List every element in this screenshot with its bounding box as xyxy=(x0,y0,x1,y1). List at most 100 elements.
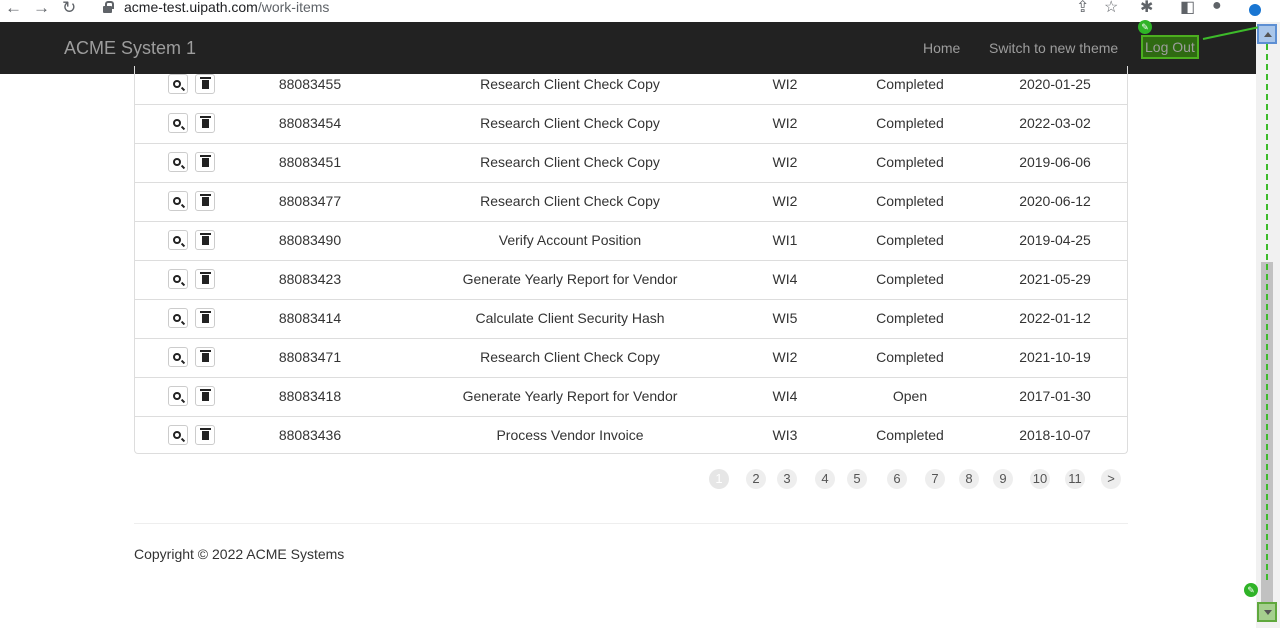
star-icon[interactable]: ☆ xyxy=(1104,0,1118,17)
view-button[interactable] xyxy=(168,191,188,211)
search-icon xyxy=(172,197,181,205)
table-row: 88083454 Research Client Check Copy WI2 … xyxy=(135,104,1127,143)
cell-date: 2019-04-25 xyxy=(1019,232,1091,248)
cell-type: WI2 xyxy=(772,115,798,131)
page-3[interactable]: 3 xyxy=(777,469,797,489)
nav-theme-link[interactable]: Switch to new theme xyxy=(989,40,1118,56)
page-2[interactable]: 2 xyxy=(746,469,766,489)
view-button[interactable] xyxy=(168,347,188,367)
pin-icon: ✎ xyxy=(1138,20,1152,34)
selection-connector-line xyxy=(1266,44,1268,580)
cell-status: Completed xyxy=(876,76,944,92)
profile-icon[interactable]: ● xyxy=(1212,0,1222,15)
table-row: 88083455 Research Client Check Copy WI2 … xyxy=(135,66,1127,105)
search-icon xyxy=(172,236,181,244)
cell-description: Research Client Check Copy xyxy=(480,76,660,92)
cell-description: Process Vendor Invoice xyxy=(496,427,644,443)
cell-date: 2020-01-25 xyxy=(1019,76,1091,92)
cell-description: Generate Yearly Report for Vendor xyxy=(462,388,678,404)
view-button[interactable] xyxy=(168,152,188,172)
cell-id: 88083490 xyxy=(278,232,342,248)
nav-home-link[interactable]: Home xyxy=(923,40,960,56)
extensions-icon[interactable]: ✱ xyxy=(1140,0,1153,17)
delete-button[interactable] xyxy=(195,386,215,406)
delete-button[interactable] xyxy=(195,425,215,445)
brand-title[interactable]: ACME System 1 xyxy=(64,38,196,59)
cell-date: 2019-06-06 xyxy=(1019,154,1091,170)
delete-button[interactable] xyxy=(195,308,215,328)
cell-id: 88083454 xyxy=(278,115,342,131)
page-6[interactable]: 6 xyxy=(887,469,907,489)
reload-icon[interactable]: ↻ xyxy=(62,0,76,16)
delete-button[interactable] xyxy=(195,74,215,94)
trash-icon xyxy=(199,233,211,245)
page-11[interactable]: 11 xyxy=(1065,469,1085,489)
cell-status: Completed xyxy=(876,193,944,209)
address-bar[interactable]: acme-test.uipath.com/work-items xyxy=(124,0,329,15)
page-next[interactable]: > xyxy=(1101,469,1121,489)
cell-type: WI1 xyxy=(772,232,798,248)
footer-divider xyxy=(134,523,1128,524)
cell-date: 2017-01-30 xyxy=(1019,388,1091,404)
trash-icon xyxy=(199,428,211,440)
delete-button[interactable] xyxy=(195,191,215,211)
share-icon[interactable]: ⇪ xyxy=(1076,0,1089,17)
cell-type: WI4 xyxy=(772,388,798,404)
logout-link[interactable]: Log Out xyxy=(1141,35,1199,59)
browser-toolbar: ← → ↻ acme-test.uipath.com/work-items ⇪ … xyxy=(0,0,1280,22)
cell-id: 88083455 xyxy=(278,76,342,92)
cell-status: Completed xyxy=(876,427,944,443)
view-button[interactable] xyxy=(168,113,188,133)
pin-icon: ✎ xyxy=(1244,583,1258,597)
delete-button[interactable] xyxy=(195,347,215,367)
page-8[interactable]: 8 xyxy=(959,469,979,489)
search-icon xyxy=(172,314,181,322)
search-icon xyxy=(172,158,181,166)
cell-status: Completed xyxy=(876,349,944,365)
delete-button[interactable] xyxy=(195,113,215,133)
search-icon xyxy=(172,80,181,88)
search-icon xyxy=(172,431,181,439)
page-5[interactable]: 5 xyxy=(847,469,867,489)
delete-button[interactable] xyxy=(195,230,215,250)
scroll-up-button[interactable] xyxy=(1257,24,1277,44)
cell-type: WI2 xyxy=(772,349,798,365)
cell-status: Completed xyxy=(876,154,944,170)
page-10[interactable]: 10 xyxy=(1030,469,1050,489)
lock-icon xyxy=(103,1,114,13)
delete-button[interactable] xyxy=(195,269,215,289)
scroll-down-button[interactable] xyxy=(1257,602,1277,622)
cell-id: 88083477 xyxy=(278,193,342,209)
sidepanel-icon[interactable]: ◧ xyxy=(1180,0,1195,17)
search-icon xyxy=(172,119,181,127)
view-button[interactable] xyxy=(168,386,188,406)
view-button[interactable] xyxy=(168,74,188,94)
trash-icon xyxy=(199,350,211,362)
forward-arrow-icon[interactable]: → xyxy=(33,0,50,16)
cell-type: WI2 xyxy=(772,154,798,170)
cell-id: 88083436 xyxy=(278,427,342,443)
page-scrollbar[interactable] xyxy=(1256,22,1280,628)
cell-description: Research Client Check Copy xyxy=(480,154,660,170)
trash-icon xyxy=(199,194,211,206)
cell-date: 2021-05-29 xyxy=(1019,271,1091,287)
trash-icon xyxy=(199,155,211,167)
cell-description: Research Client Check Copy xyxy=(480,349,660,365)
url-host: acme-test.uipath.com xyxy=(124,0,258,15)
page-4[interactable]: 4 xyxy=(815,469,835,489)
cell-status: Completed xyxy=(876,232,944,248)
back-arrow-icon[interactable]: ← xyxy=(5,0,22,16)
view-button[interactable] xyxy=(168,425,188,445)
cell-date: 2022-03-02 xyxy=(1019,115,1091,131)
page-1[interactable]: 1 xyxy=(709,469,729,489)
page-7[interactable]: 7 xyxy=(925,469,945,489)
search-icon xyxy=(172,392,181,400)
page-9[interactable]: 9 xyxy=(993,469,1013,489)
work-items-table: 88083455 Research Client Check Copy WI2 … xyxy=(134,66,1128,454)
view-button[interactable] xyxy=(168,308,188,328)
search-icon xyxy=(172,275,181,283)
delete-button[interactable] xyxy=(195,152,215,172)
view-button[interactable] xyxy=(168,269,188,289)
cell-id: 88083451 xyxy=(278,154,342,170)
view-button[interactable] xyxy=(168,230,188,250)
